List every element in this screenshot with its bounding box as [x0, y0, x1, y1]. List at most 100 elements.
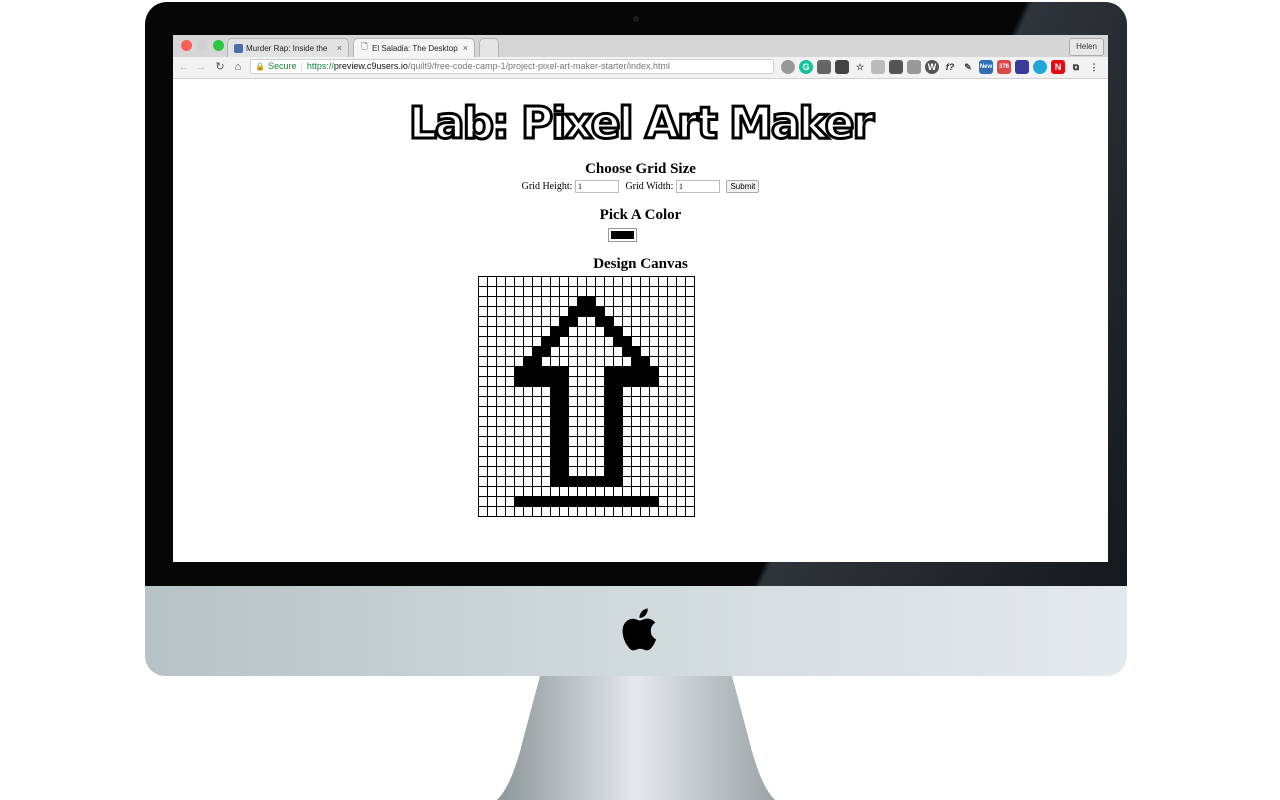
canvas-cell[interactable] [550, 286, 560, 297]
canvas-cell[interactable] [595, 436, 605, 447]
canvas-cell[interactable] [550, 296, 560, 307]
canvas-cell[interactable] [676, 286, 686, 297]
canvas-cell[interactable] [622, 306, 632, 317]
canvas-cell[interactable] [604, 376, 614, 387]
canvas-cell[interactable] [568, 426, 578, 437]
canvas-cell[interactable] [568, 446, 578, 457]
canvas-cell[interactable] [514, 446, 524, 457]
canvas-cell[interactable] [505, 376, 515, 387]
canvas-cell[interactable] [658, 326, 668, 337]
canvas-cell[interactable] [613, 446, 623, 457]
canvas-cell[interactable] [604, 316, 614, 327]
canvas-cell[interactable] [523, 416, 533, 427]
canvas-cell[interactable] [541, 416, 551, 427]
canvas-cell[interactable] [685, 366, 695, 377]
eyedropper-icon[interactable]: ✎ [961, 60, 975, 74]
canvas-cell[interactable] [622, 396, 632, 407]
canvas-cell[interactable] [667, 456, 677, 467]
canvas-cell[interactable] [667, 286, 677, 297]
canvas-cell[interactable] [604, 326, 614, 337]
canvas-cell[interactable] [532, 446, 542, 457]
canvas-cell[interactable] [478, 336, 488, 347]
count-badge-icon[interactable]: 376 [997, 60, 1011, 74]
canvas-cell[interactable] [676, 346, 686, 357]
canvas-cell[interactable] [604, 386, 614, 397]
canvas-cell[interactable] [640, 496, 650, 507]
canvas-cell[interactable] [613, 376, 623, 387]
canvas-cell[interactable] [487, 286, 497, 297]
canvas-cell[interactable] [532, 336, 542, 347]
canvas-cell[interactable] [622, 446, 632, 457]
canvas-cell[interactable] [505, 426, 515, 437]
canvas-cell[interactable] [496, 276, 506, 287]
canvas-cell[interactable] [559, 376, 569, 387]
canvas-cell[interactable] [487, 466, 497, 477]
canvas-cell[interactable] [640, 406, 650, 417]
canvas-cell[interactable] [676, 466, 686, 477]
canvas-cell[interactable] [622, 356, 632, 367]
canvas-cell[interactable] [658, 476, 668, 487]
canvas-cell[interactable] [667, 496, 677, 507]
canvas-cell[interactable] [496, 506, 506, 517]
canvas-cell[interactable] [505, 356, 515, 367]
canvas-cell[interactable] [604, 396, 614, 407]
canvas-cell[interactable] [532, 316, 542, 327]
canvas-cell[interactable] [676, 386, 686, 397]
canvas-cell[interactable] [523, 356, 533, 367]
canvas-cell[interactable] [613, 466, 623, 477]
canvas-cell[interactable] [550, 416, 560, 427]
canvas-cell[interactable] [676, 426, 686, 437]
canvas-cell[interactable] [685, 346, 695, 357]
canvas-cell[interactable] [505, 476, 515, 487]
canvas-cell[interactable] [487, 376, 497, 387]
canvas-cell[interactable] [568, 276, 578, 287]
canvas-cell[interactable] [496, 366, 506, 377]
canvas-cell[interactable] [586, 286, 596, 297]
canvas-cell[interactable] [676, 456, 686, 467]
canvas-cell[interactable] [676, 436, 686, 447]
canvas-cell[interactable] [541, 426, 551, 437]
canvas-cell[interactable] [613, 426, 623, 437]
canvas-cell[interactable] [622, 436, 632, 447]
canvas-cell[interactable] [514, 406, 524, 417]
canvas-cell[interactable] [541, 316, 551, 327]
canvas-cell[interactable] [532, 396, 542, 407]
canvas-cell[interactable] [541, 446, 551, 457]
canvas-cell[interactable] [622, 326, 632, 337]
back-arrow-icon[interactable]: ← [177, 60, 191, 74]
canvas-cell[interactable] [487, 426, 497, 437]
canvas-cell[interactable] [586, 466, 596, 477]
canvas-cell[interactable] [496, 456, 506, 467]
canvas-cell[interactable] [514, 376, 524, 387]
canvas-cell[interactable] [496, 486, 506, 497]
canvas-cell[interactable] [532, 276, 542, 287]
canvas-cell[interactable] [559, 426, 569, 437]
canvas-cell[interactable] [523, 466, 533, 477]
canvas-cell[interactable] [577, 296, 587, 307]
canvas-cell[interactable] [631, 506, 641, 517]
canvas-cell[interactable] [649, 356, 659, 367]
canvas-cell[interactable] [568, 296, 578, 307]
canvas-cell[interactable] [595, 326, 605, 337]
canvas-cell[interactable] [487, 396, 497, 407]
canvas-cell[interactable] [649, 386, 659, 397]
new-badge-icon[interactable]: New [979, 60, 993, 74]
canvas-cell[interactable] [604, 466, 614, 477]
canvas-cell[interactable] [631, 386, 641, 397]
canvas-cell[interactable] [676, 306, 686, 317]
canvas-cell[interactable] [541, 286, 551, 297]
canvas-cell[interactable] [505, 446, 515, 457]
canvas-cell[interactable] [559, 386, 569, 397]
canvas-cell[interactable] [568, 326, 578, 337]
canvas-cell[interactable] [649, 376, 659, 387]
canvas-cell[interactable] [640, 366, 650, 377]
canvas-cell[interactable] [631, 346, 641, 357]
canvas-cell[interactable] [478, 476, 488, 487]
canvas-cell[interactable] [577, 466, 587, 477]
canvas-cell[interactable] [667, 386, 677, 397]
canvas-cell[interactable] [586, 496, 596, 507]
canvas-cell[interactable] [595, 296, 605, 307]
canvas-cell[interactable] [559, 326, 569, 337]
canvas-cell[interactable] [631, 366, 641, 377]
canvas-cell[interactable] [622, 386, 632, 397]
